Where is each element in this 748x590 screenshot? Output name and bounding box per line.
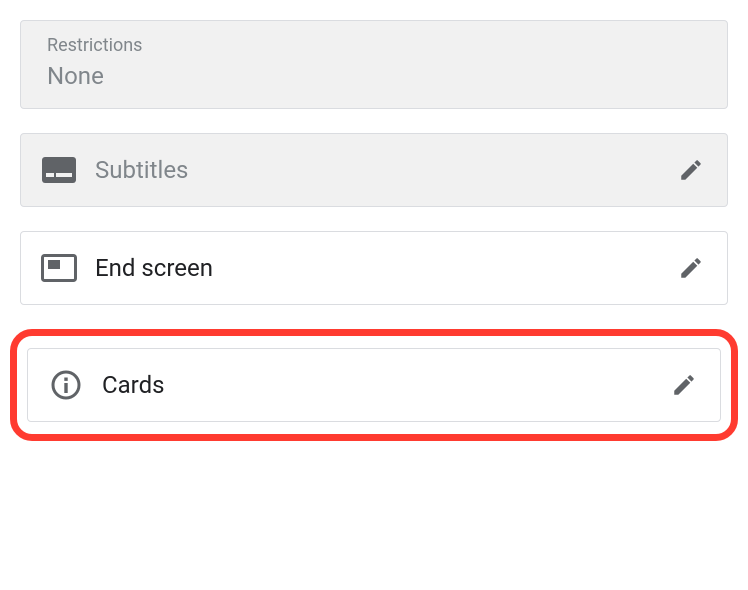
pencil-icon [671, 372, 697, 398]
edit-cards-button[interactable] [668, 369, 700, 401]
restrictions-card[interactable]: Restrictions None [20, 20, 728, 109]
cards-label: Cards [102, 371, 165, 399]
subtitles-icon [41, 152, 77, 188]
subtitles-label: Subtitles [95, 156, 188, 184]
info-icon [48, 367, 84, 403]
edit-end-screen-button[interactable] [675, 252, 707, 284]
end-screen-label: End screen [95, 254, 213, 282]
subtitles-row[interactable]: Subtitles [20, 133, 728, 207]
restrictions-label: Restrictions [47, 35, 142, 56]
end-screen-icon [41, 250, 77, 286]
cards-highlight: Cards [10, 329, 738, 441]
cards-row[interactable]: Cards [27, 348, 721, 422]
restrictions-value: None [47, 62, 104, 90]
pencil-icon [678, 157, 704, 183]
end-screen-row[interactable]: End screen [20, 231, 728, 305]
edit-subtitles-button[interactable] [675, 154, 707, 186]
pencil-icon [678, 255, 704, 281]
